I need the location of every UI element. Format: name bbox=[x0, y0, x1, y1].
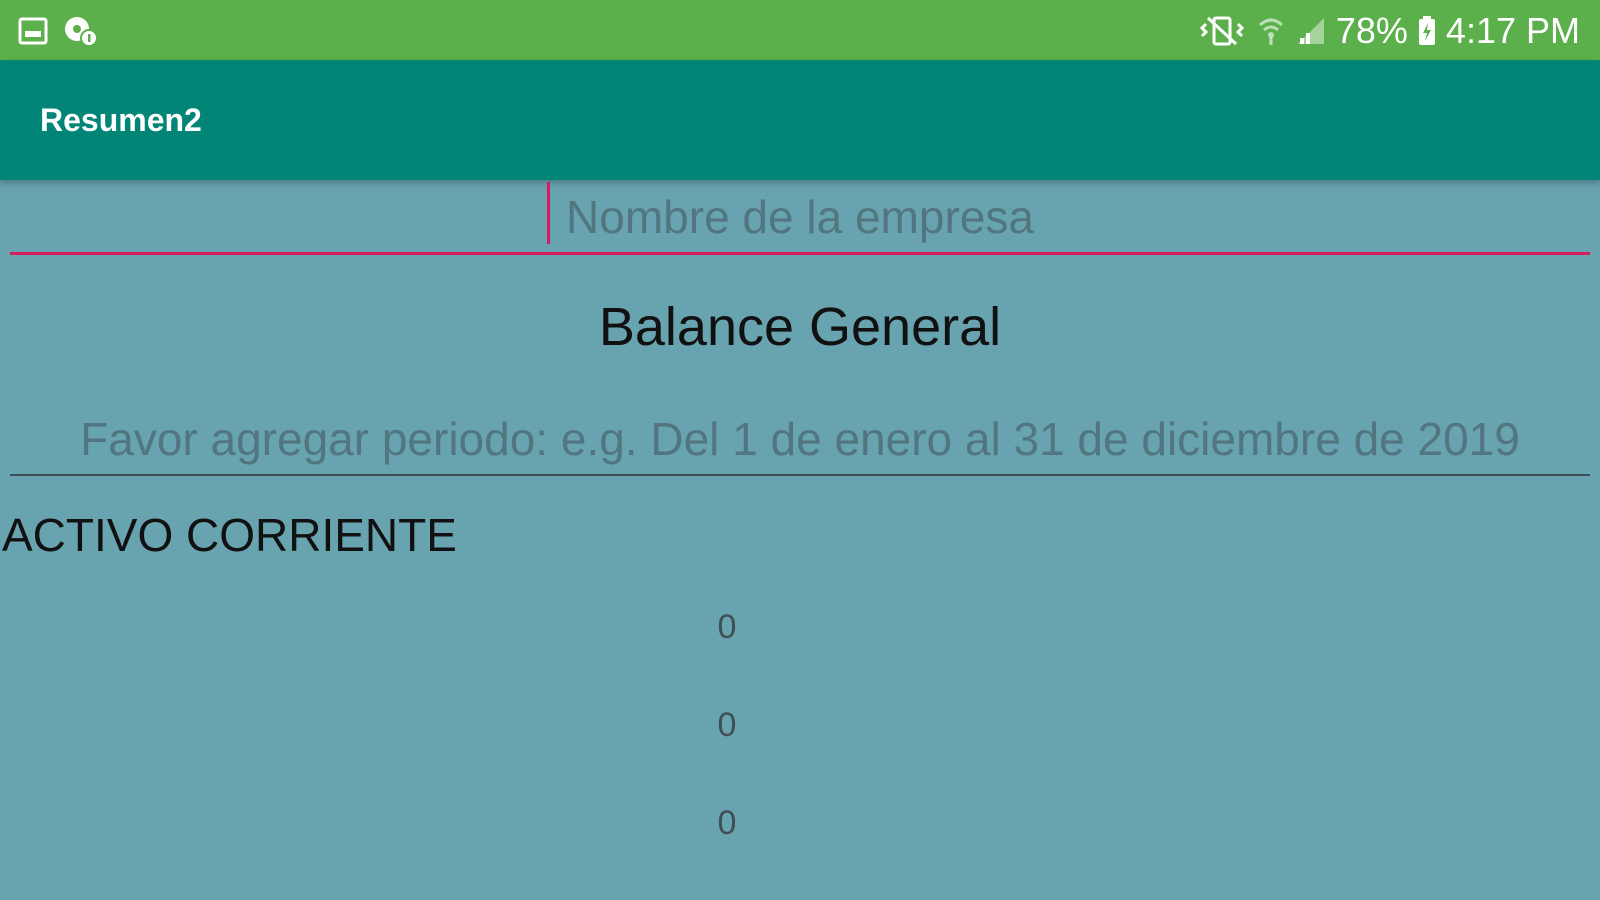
company-name-input[interactable] bbox=[10, 182, 1590, 255]
clock: 4:17 PM bbox=[1445, 10, 1580, 51]
signal-icon bbox=[1296, 16, 1326, 46]
app-bar: Resumen2 bbox=[0, 60, 1600, 180]
page-title: Balance General bbox=[598, 297, 1002, 357]
status-bar: 78% 4:17 PM bbox=[0, 0, 1600, 60]
value-field-3[interactable]: 0 bbox=[700, 804, 754, 843]
battery-percent: 78% bbox=[1335, 10, 1408, 51]
settings-badge-icon bbox=[62, 14, 98, 48]
section-title-activo-corriente: ACTIVO CORRIENTE bbox=[2, 509, 457, 561]
text-cursor bbox=[547, 182, 550, 244]
status-right-icons: 78% 4:17 PM bbox=[1198, 10, 1580, 52]
status-left-icons bbox=[18, 14, 98, 48]
wifi-icon bbox=[1256, 15, 1286, 47]
value-field-1[interactable]: 0 bbox=[700, 608, 754, 647]
value-field-2[interactable]: 0 bbox=[700, 706, 754, 745]
period-input[interactable] bbox=[10, 404, 1590, 476]
battery-charging-icon bbox=[1418, 16, 1436, 46]
mute-vibrate-icon bbox=[1198, 14, 1246, 48]
app-title: Resumen2 bbox=[40, 102, 202, 138]
gallery-icon bbox=[18, 16, 48, 46]
